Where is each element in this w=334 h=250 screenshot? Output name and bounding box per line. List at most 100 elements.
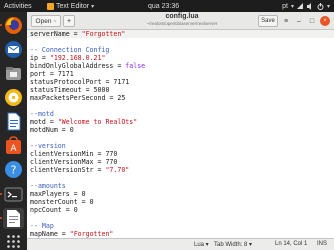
code-comment: --amounts bbox=[30, 182, 66, 190]
code-key: statusProtocolPort bbox=[30, 78, 102, 86]
code-value: 0 bbox=[89, 198, 94, 206]
code-value: false bbox=[125, 62, 146, 70]
show-apps-icon[interactable] bbox=[3, 231, 24, 250]
code-comment: --motd bbox=[30, 110, 54, 118]
code-operator: = bbox=[69, 30, 82, 38]
code-key: statusTimeout bbox=[30, 86, 82, 94]
close-icon[interactable]: × bbox=[320, 16, 330, 26]
code-line: maxPacketsPerSecond = 25 bbox=[30, 94, 334, 102]
code-value: 7171 bbox=[57, 70, 74, 78]
files-icon[interactable] bbox=[3, 63, 24, 84]
language-selector[interactable]: Lua ▾ bbox=[194, 241, 209, 248]
hamburger-menu-icon[interactable]: ≡ bbox=[281, 15, 291, 27]
cursor-position: Ln 14, Col 1 bbox=[275, 241, 308, 247]
svg-text:?: ? bbox=[11, 164, 17, 177]
dock: A ? bbox=[0, 12, 27, 250]
code-line: --motd bbox=[30, 110, 334, 118]
firefox-icon[interactable] bbox=[3, 15, 24, 36]
text-editor-window: Open ▾ + config.lua ~/realots/opentibias… bbox=[27, 12, 334, 250]
code-comment: -- Connection Config bbox=[30, 46, 110, 54]
code-value: 0 bbox=[69, 126, 74, 134]
code-line: port = 7171 bbox=[30, 70, 334, 78]
text-editor-icon bbox=[47, 2, 54, 10]
code-value: 0 bbox=[73, 206, 78, 214]
code-operator: = bbox=[57, 230, 70, 238]
app-menu[interactable]: Text Editor ▾ bbox=[47, 2, 95, 10]
code-key: motd bbox=[30, 118, 46, 126]
code-line: ip = "192.168.0.21" bbox=[30, 54, 334, 62]
help-icon[interactable]: ? bbox=[3, 159, 24, 180]
desktop: Activities Text Editor ▾ qua 23:36 pt ▾ … bbox=[0, 0, 334, 250]
activities-button[interactable]: Activities bbox=[4, 3, 32, 10]
network-icon bbox=[296, 2, 303, 9]
software-center-icon[interactable]: A bbox=[3, 135, 24, 156]
code-operator: = bbox=[101, 78, 114, 86]
save-button[interactable]: Save bbox=[258, 15, 278, 27]
code-key: clientVersionStr bbox=[30, 166, 94, 174]
window-title: config.lua ~/realots/opentibiaserver/rea… bbox=[127, 13, 237, 26]
clock[interactable]: qua 23:36 bbox=[148, 3, 179, 10]
running-indicator bbox=[0, 193, 2, 195]
code-value: "Forgotten" bbox=[81, 30, 126, 38]
rhythmbox-icon[interactable] bbox=[3, 87, 24, 108]
open-button-label: Open bbox=[35, 17, 52, 25]
tab-width-selector[interactable]: Tab Width: 8 ▾ bbox=[214, 241, 252, 248]
code-value: 770 bbox=[105, 150, 118, 158]
svg-text:A: A bbox=[10, 144, 17, 154]
header-actions: Save ≡ – □ × bbox=[258, 15, 330, 27]
code-key: clientVersionMin bbox=[30, 150, 94, 158]
code-line: --amounts bbox=[30, 182, 334, 190]
code-operator: = bbox=[37, 54, 50, 62]
code-key: clientVersionMax bbox=[30, 158, 94, 166]
code-line: clientVersionMin = 770 bbox=[30, 150, 334, 158]
code-operator: = bbox=[105, 94, 118, 102]
libreoffice-writer-icon[interactable] bbox=[3, 111, 24, 132]
code-line: motd = "Welcome to RealOts" bbox=[30, 118, 334, 126]
top-bar: Activities Text Editor ▾ qua 23:36 pt ▾ … bbox=[0, 0, 334, 12]
code-value: 5000 bbox=[93, 86, 110, 94]
code-key: port bbox=[30, 70, 46, 78]
code-line: -- Map bbox=[30, 222, 334, 230]
text-area[interactable]: serverName = "Forgotten" -- Connection Co… bbox=[27, 30, 334, 238]
file-path: ~/realots/opentibiaserver/realserver bbox=[146, 21, 218, 26]
code-line: statusProtocolPort = 7171 bbox=[30, 78, 334, 86]
code-value: "7.70" bbox=[105, 166, 130, 174]
code-key: ip bbox=[30, 54, 38, 62]
text-editor-icon[interactable] bbox=[3, 208, 24, 229]
system-status-area[interactable]: pt ▾ ▾ bbox=[282, 2, 330, 10]
code-line: clientVersionStr = "7.70" bbox=[30, 166, 334, 174]
code-key: monsterCount bbox=[30, 198, 78, 206]
status-bar: Lua ▾ Tab Width: 8 ▾ Ln 14, Col 1 INS bbox=[27, 238, 334, 250]
code-key: bindOnlyGlobalAddress bbox=[30, 62, 114, 70]
code-line: npcCount = 0 bbox=[30, 206, 334, 214]
code-line: clientVersionMax = 770 bbox=[30, 158, 334, 166]
code-operator: = bbox=[69, 190, 82, 198]
terminal-icon[interactable] bbox=[3, 184, 24, 205]
code-key: motdNum bbox=[30, 126, 58, 134]
thunderbird-icon[interactable] bbox=[3, 39, 24, 60]
language-indicator[interactable]: pt bbox=[282, 3, 288, 10]
new-document-button[interactable]: + bbox=[63, 15, 75, 27]
chevron-down-icon: ▾ bbox=[91, 3, 95, 10]
plus-icon: + bbox=[66, 17, 72, 25]
code-value: "Forgotten" bbox=[69, 230, 114, 238]
code-line: statusTimeout = 5000 bbox=[30, 86, 334, 94]
code-line: monsterCount = 0 bbox=[30, 198, 334, 206]
code-operator: = bbox=[77, 198, 90, 206]
open-button[interactable]: Open ▾ bbox=[31, 15, 61, 27]
code-operator: = bbox=[93, 166, 106, 174]
code-operator: = bbox=[61, 206, 74, 214]
insert-mode: INS bbox=[317, 241, 328, 247]
code-value: "192.168.0.21" bbox=[49, 54, 106, 62]
code-key: npcCount bbox=[30, 206, 62, 214]
minimize-icon[interactable]: – bbox=[294, 15, 304, 27]
code-line: -- Connection Config bbox=[30, 46, 334, 54]
code-operator: = bbox=[45, 118, 58, 126]
code-operator: = bbox=[93, 158, 106, 166]
code-value: 0 bbox=[81, 190, 86, 198]
maximize-icon[interactable]: □ bbox=[307, 15, 317, 27]
